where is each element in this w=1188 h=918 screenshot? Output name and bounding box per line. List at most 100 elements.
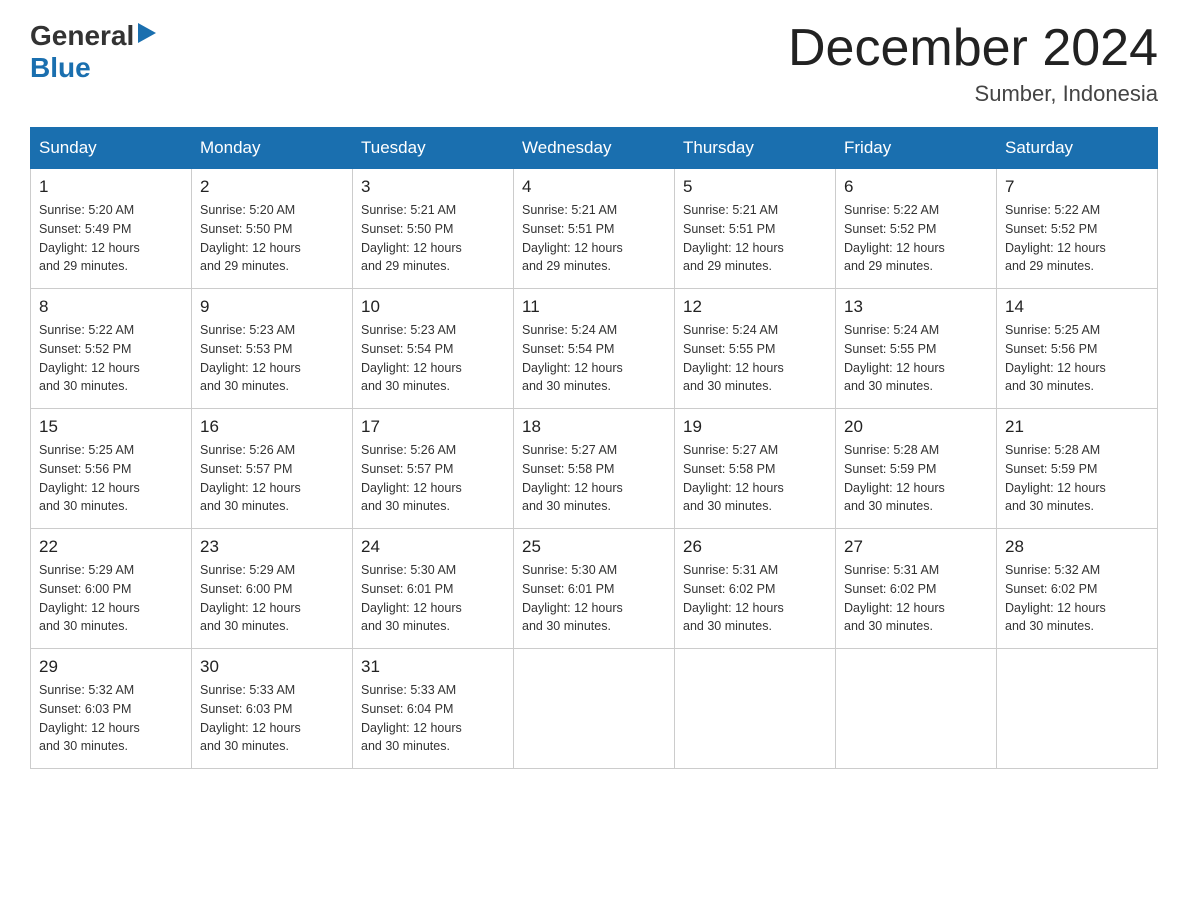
day-info: Sunrise: 5:21 AMSunset: 5:51 PMDaylight:… bbox=[522, 201, 666, 276]
day-number: 14 bbox=[1005, 297, 1149, 317]
day-number: 2 bbox=[200, 177, 344, 197]
calendar-cell: 6Sunrise: 5:22 AMSunset: 5:52 PMDaylight… bbox=[836, 169, 997, 289]
logo: General Blue bbox=[30, 20, 158, 84]
day-number: 4 bbox=[522, 177, 666, 197]
calendar-cell: 4 Sunrise: 5:21 AMSunset: 5:51 PMDaylight… bbox=[514, 169, 675, 289]
calendar-cell: 31Sunrise: 5:33 AMSunset: 6:04 PMDayligh… bbox=[353, 649, 514, 769]
day-info: Sunrise: 5:31 AMSunset: 6:02 PMDaylight:… bbox=[683, 561, 827, 636]
day-number: 18 bbox=[522, 417, 666, 437]
day-number: 7 bbox=[1005, 177, 1149, 197]
calendar-cell: 22Sunrise: 5:29 AMSunset: 6:00 PMDayligh… bbox=[31, 529, 192, 649]
day-info: Sunrise: 5:21 AMSunset: 5:50 PMDaylight:… bbox=[361, 201, 505, 276]
day-info: Sunrise: 5:24 AMSunset: 5:55 PMDaylight:… bbox=[844, 321, 988, 396]
day-info: Sunrise: 5:26 AMSunset: 5:57 PMDaylight:… bbox=[200, 441, 344, 516]
calendar-cell: 24Sunrise: 5:30 AMSunset: 6:01 PMDayligh… bbox=[353, 529, 514, 649]
day-number: 10 bbox=[361, 297, 505, 317]
calendar-cell: 12 Sunrise: 5:24 AMSunset: 5:55 PMDayligh… bbox=[675, 289, 836, 409]
col-friday: Friday bbox=[836, 128, 997, 169]
calendar-cell: 15 Sunrise: 5:25 AMSunset: 5:56 PMDayligh… bbox=[31, 409, 192, 529]
calendar-cell bbox=[675, 649, 836, 769]
day-number: 1 bbox=[39, 177, 183, 197]
calendar-cell: 23 Sunrise: 5:29 AMSunset: 6:00 PMDayligh… bbox=[192, 529, 353, 649]
day-number: 3 bbox=[361, 177, 505, 197]
col-tuesday: Tuesday bbox=[353, 128, 514, 169]
day-number: 13 bbox=[844, 297, 988, 317]
day-number: 26 bbox=[683, 537, 827, 557]
day-info: Sunrise: 5:28 AMSunset: 5:59 PMDaylight:… bbox=[844, 441, 988, 516]
day-number: 19 bbox=[683, 417, 827, 437]
day-number: 23 bbox=[200, 537, 344, 557]
calendar-cell: 8 Sunrise: 5:22 AMSunset: 5:52 PMDaylight… bbox=[31, 289, 192, 409]
calendar-table: Sunday Monday Tuesday Wednesday Thursday… bbox=[30, 127, 1158, 769]
day-info: Sunrise: 5:24 AMSunset: 5:55 PMDaylight:… bbox=[683, 321, 827, 396]
day-number: 27 bbox=[844, 537, 988, 557]
calendar-cell: 5Sunrise: 5:21 AMSunset: 5:51 PMDaylight… bbox=[675, 169, 836, 289]
calendar-week-row: 8 Sunrise: 5:22 AMSunset: 5:52 PMDaylight… bbox=[31, 289, 1158, 409]
calendar-cell bbox=[836, 649, 997, 769]
day-info: Sunrise: 5:27 AMSunset: 5:58 PMDaylight:… bbox=[683, 441, 827, 516]
logo-general-text: General bbox=[30, 20, 134, 52]
day-number: 17 bbox=[361, 417, 505, 437]
calendar-week-row: 29 Sunrise: 5:32 AMSunset: 6:03 PMDayligh… bbox=[31, 649, 1158, 769]
day-info: Sunrise: 5:32 AMSunset: 6:03 PMDaylight:… bbox=[39, 681, 183, 756]
day-number: 31 bbox=[361, 657, 505, 677]
calendar-cell: 19 Sunrise: 5:27 AMSunset: 5:58 PMDayligh… bbox=[675, 409, 836, 529]
calendar-cell: 26 Sunrise: 5:31 AMSunset: 6:02 PMDayligh… bbox=[675, 529, 836, 649]
day-number: 9 bbox=[200, 297, 344, 317]
day-info: Sunrise: 5:30 AMSunset: 6:01 PMDaylight:… bbox=[361, 561, 505, 636]
calendar-cell: 14 Sunrise: 5:25 AMSunset: 5:56 PMDayligh… bbox=[997, 289, 1158, 409]
day-number: 22 bbox=[39, 537, 183, 557]
calendar-cell: 28Sunrise: 5:32 AMSunset: 6:02 PMDayligh… bbox=[997, 529, 1158, 649]
logo-blue-text: Blue bbox=[30, 52, 91, 83]
day-number: 29 bbox=[39, 657, 183, 677]
day-number: 16 bbox=[200, 417, 344, 437]
calendar-cell: 27Sunrise: 5:31 AMSunset: 6:02 PMDayligh… bbox=[836, 529, 997, 649]
calendar-header-row: Sunday Monday Tuesday Wednesday Thursday… bbox=[31, 128, 1158, 169]
location-subtitle: Sumber, Indonesia bbox=[788, 81, 1158, 107]
day-info: Sunrise: 5:22 AMSunset: 5:52 PMDaylight:… bbox=[39, 321, 183, 396]
day-info: Sunrise: 5:25 AMSunset: 5:56 PMDaylight:… bbox=[39, 441, 183, 516]
calendar-cell: 30Sunrise: 5:33 AMSunset: 6:03 PMDayligh… bbox=[192, 649, 353, 769]
day-number: 25 bbox=[522, 537, 666, 557]
calendar-cell: 9 Sunrise: 5:23 AMSunset: 5:53 PMDaylight… bbox=[192, 289, 353, 409]
calendar-cell: 7 Sunrise: 5:22 AMSunset: 5:52 PMDaylight… bbox=[997, 169, 1158, 289]
calendar-cell: 3 Sunrise: 5:21 AMSunset: 5:50 PMDaylight… bbox=[353, 169, 514, 289]
day-info: Sunrise: 5:20 AMSunset: 5:50 PMDaylight:… bbox=[200, 201, 344, 276]
calendar-cell: 25 Sunrise: 5:30 AMSunset: 6:01 PMDayligh… bbox=[514, 529, 675, 649]
calendar-week-row: 22 Sunrise: 5:29 AMSunset: 6:00 PMDayligh… bbox=[31, 529, 1158, 649]
day-info: Sunrise: 5:29 AMSunset: 6:00 PMDaylight:… bbox=[200, 561, 344, 636]
day-info: Sunrise: 5:22 AMSunset: 5:52 PMDaylight:… bbox=[1005, 201, 1149, 276]
col-monday: Monday bbox=[192, 128, 353, 169]
day-number: 15 bbox=[39, 417, 183, 437]
calendar-cell bbox=[997, 649, 1158, 769]
calendar-cell bbox=[514, 649, 675, 769]
col-thursday: Thursday bbox=[675, 128, 836, 169]
day-info: Sunrise: 5:32 AMSunset: 6:02 PMDaylight:… bbox=[1005, 561, 1149, 636]
col-sunday: Sunday bbox=[31, 128, 192, 169]
day-info: Sunrise: 5:23 AMSunset: 5:54 PMDaylight:… bbox=[361, 321, 505, 396]
logo-triangle-icon bbox=[136, 23, 158, 45]
calendar-cell: 21 Sunrise: 5:28 AMSunset: 5:59 PMDayligh… bbox=[997, 409, 1158, 529]
day-info: Sunrise: 5:25 AMSunset: 5:56 PMDaylight:… bbox=[1005, 321, 1149, 396]
day-info: Sunrise: 5:27 AMSunset: 5:58 PMDaylight:… bbox=[522, 441, 666, 516]
calendar-cell: 1 Sunrise: 5:20 AMSunset: 5:49 PMDaylight… bbox=[31, 169, 192, 289]
day-info: Sunrise: 5:28 AMSunset: 5:59 PMDaylight:… bbox=[1005, 441, 1149, 516]
day-number: 11 bbox=[522, 297, 666, 317]
day-number: 21 bbox=[1005, 417, 1149, 437]
day-number: 12 bbox=[683, 297, 827, 317]
day-info: Sunrise: 5:30 AMSunset: 6:01 PMDaylight:… bbox=[522, 561, 666, 636]
day-number: 6 bbox=[844, 177, 988, 197]
col-saturday: Saturday bbox=[997, 128, 1158, 169]
title-block: December 2024 Sumber, Indonesia bbox=[788, 20, 1158, 107]
calendar-week-row: 1 Sunrise: 5:20 AMSunset: 5:49 PMDaylight… bbox=[31, 169, 1158, 289]
day-info: Sunrise: 5:23 AMSunset: 5:53 PMDaylight:… bbox=[200, 321, 344, 396]
calendar-cell: 10 Sunrise: 5:23 AMSunset: 5:54 PMDayligh… bbox=[353, 289, 514, 409]
day-number: 8 bbox=[39, 297, 183, 317]
day-info: Sunrise: 5:20 AMSunset: 5:49 PMDaylight:… bbox=[39, 201, 183, 276]
page-header: General Blue December 2024 Sumber, Indon… bbox=[30, 20, 1158, 107]
day-info: Sunrise: 5:33 AMSunset: 6:03 PMDaylight:… bbox=[200, 681, 344, 756]
calendar-cell: 29 Sunrise: 5:32 AMSunset: 6:03 PMDayligh… bbox=[31, 649, 192, 769]
calendar-cell: 20Sunrise: 5:28 AMSunset: 5:59 PMDayligh… bbox=[836, 409, 997, 529]
col-wednesday: Wednesday bbox=[514, 128, 675, 169]
calendar-cell: 2 Sunrise: 5:20 AMSunset: 5:50 PMDaylight… bbox=[192, 169, 353, 289]
